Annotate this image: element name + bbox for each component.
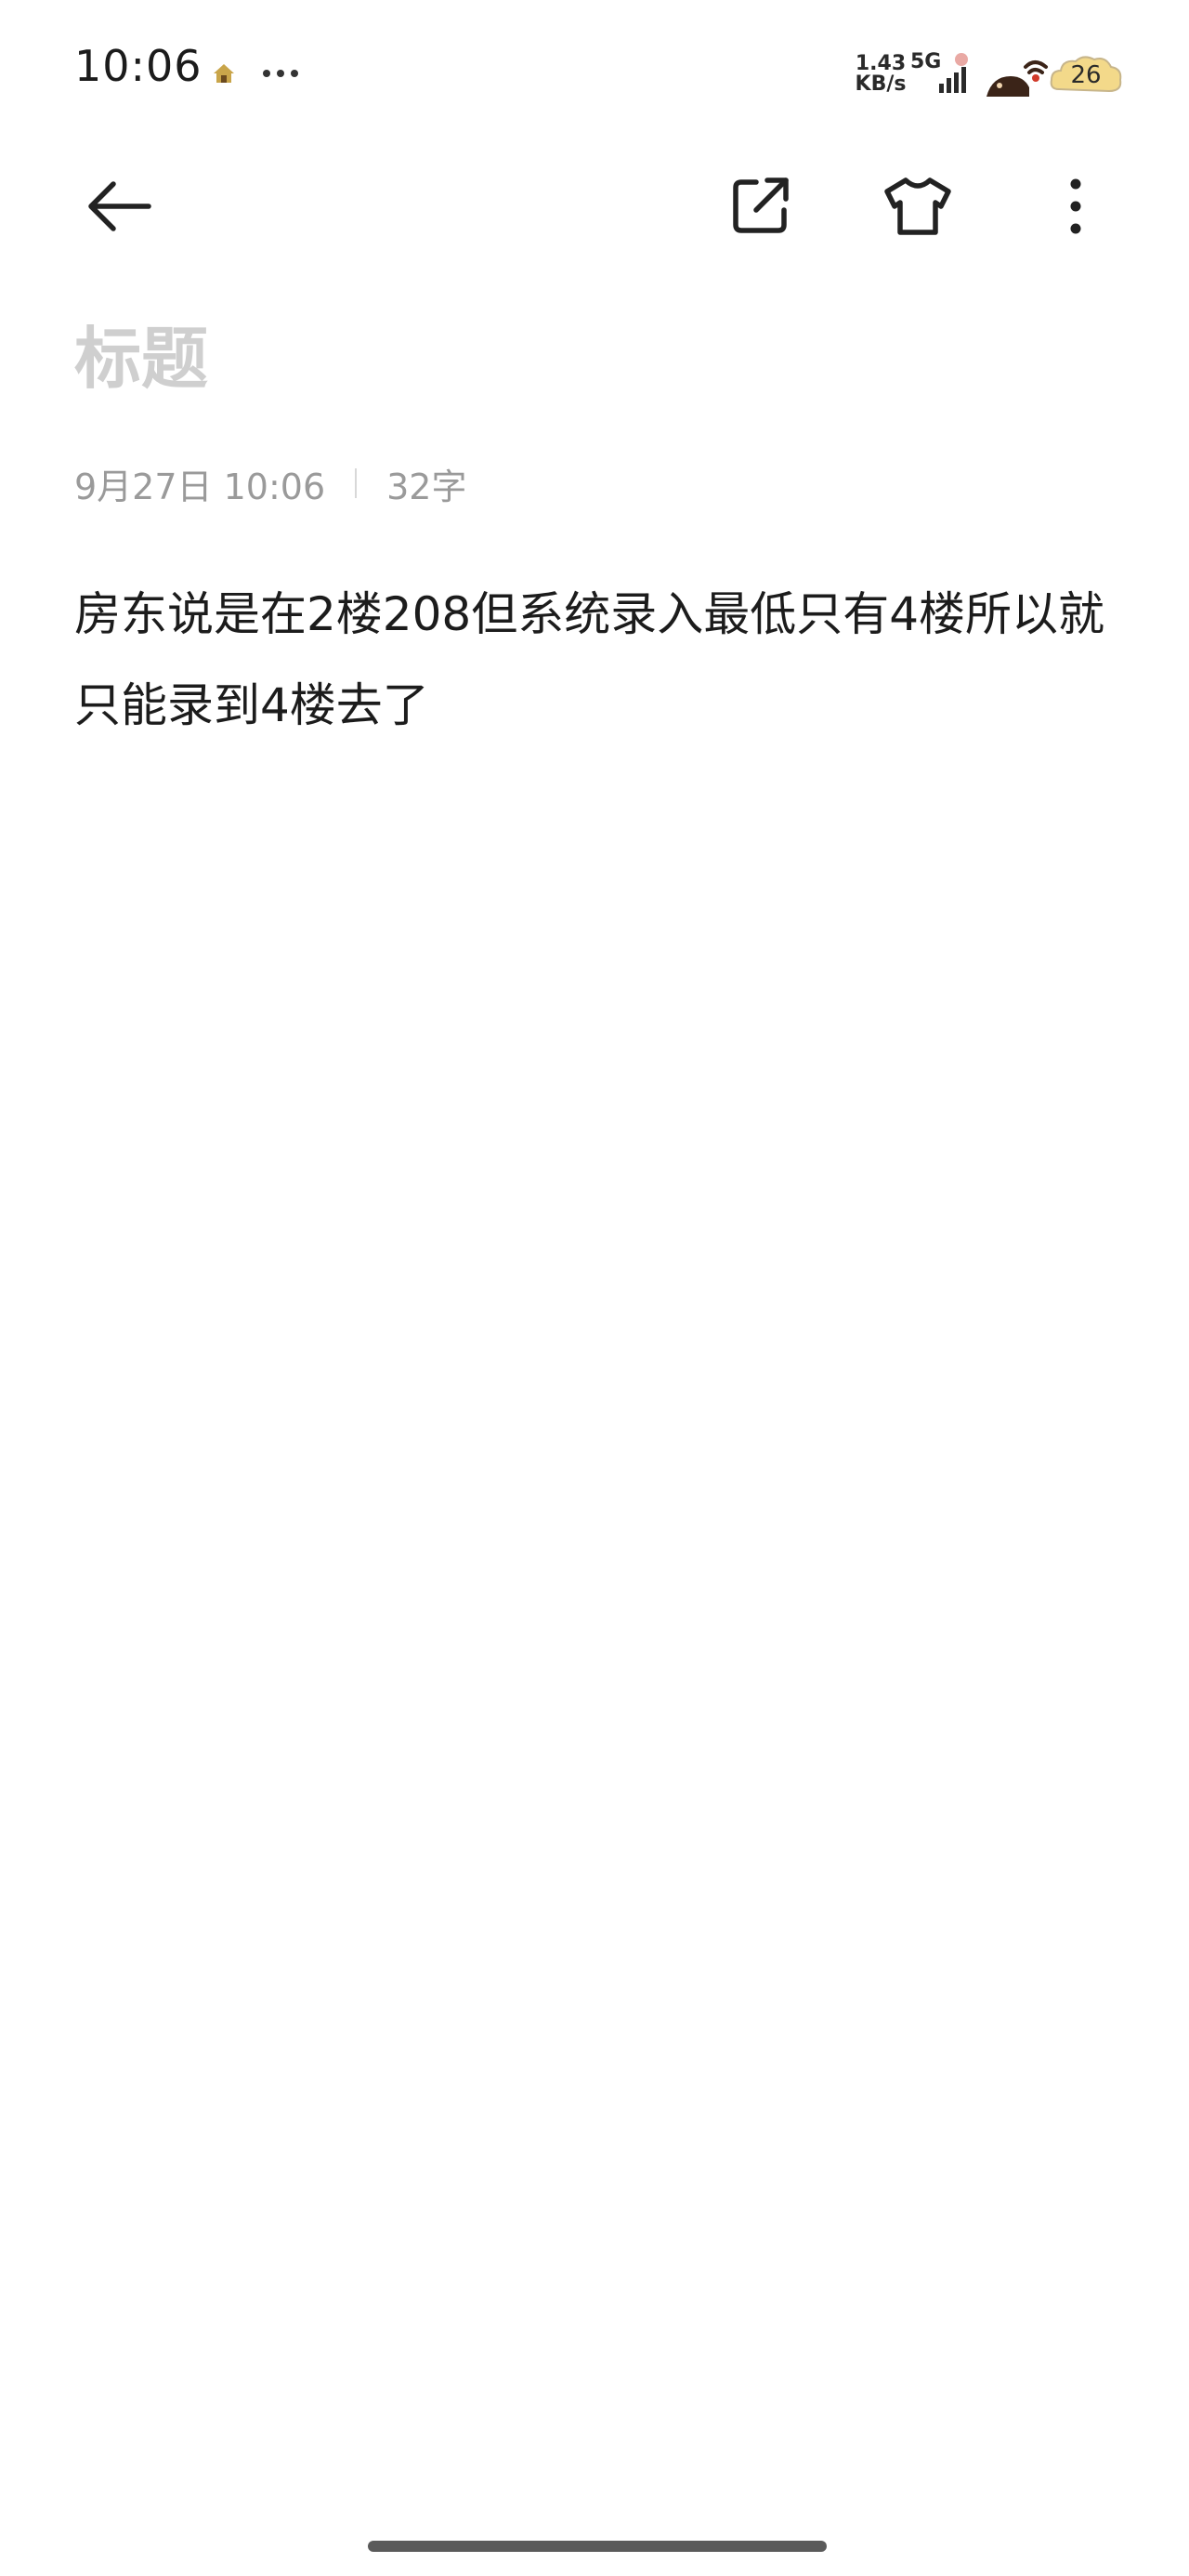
back-arrow-icon <box>88 181 151 231</box>
note-title-input[interactable]: 标题 <box>74 314 208 403</box>
network-speed-value: 1.43 <box>855 52 907 75</box>
note-body-editor[interactable]: 房东说是在2楼208但系统录入最低只有4楼所以就只能录到4楼去了 <box>74 569 1124 751</box>
back-button[interactable] <box>76 164 162 249</box>
note-meta: 9月27日 10:06 32字 <box>74 457 466 509</box>
signal-icon <box>939 53 968 93</box>
home-indicator[interactable] <box>368 2541 827 2552</box>
home-icon <box>214 64 234 83</box>
status-time: 10:06 <box>74 41 203 91</box>
theme-button[interactable] <box>875 164 960 249</box>
t-shirt-icon <box>884 177 951 235</box>
wifi-icon <box>986 60 1048 97</box>
meta-divider <box>355 468 358 498</box>
share-button[interactable] <box>717 164 803 249</box>
network-speed: 1.43 KB/s <box>853 54 908 95</box>
note-toolbar <box>0 149 1189 264</box>
battery-level: 26 <box>1070 61 1102 89</box>
more-vertical-icon <box>1070 178 1081 234</box>
more-options-button[interactable] <box>1033 164 1118 249</box>
status-bar: 10:06 1.43 KB/s 5G 26 <box>0 0 1189 139</box>
note-date: 9月27日 10:06 <box>74 466 326 507</box>
note-word-count: 32字 <box>386 466 467 507</box>
more-dots-icon <box>263 70 298 77</box>
network-speed-unit: KB/s <box>855 72 907 96</box>
share-icon <box>733 177 789 233</box>
